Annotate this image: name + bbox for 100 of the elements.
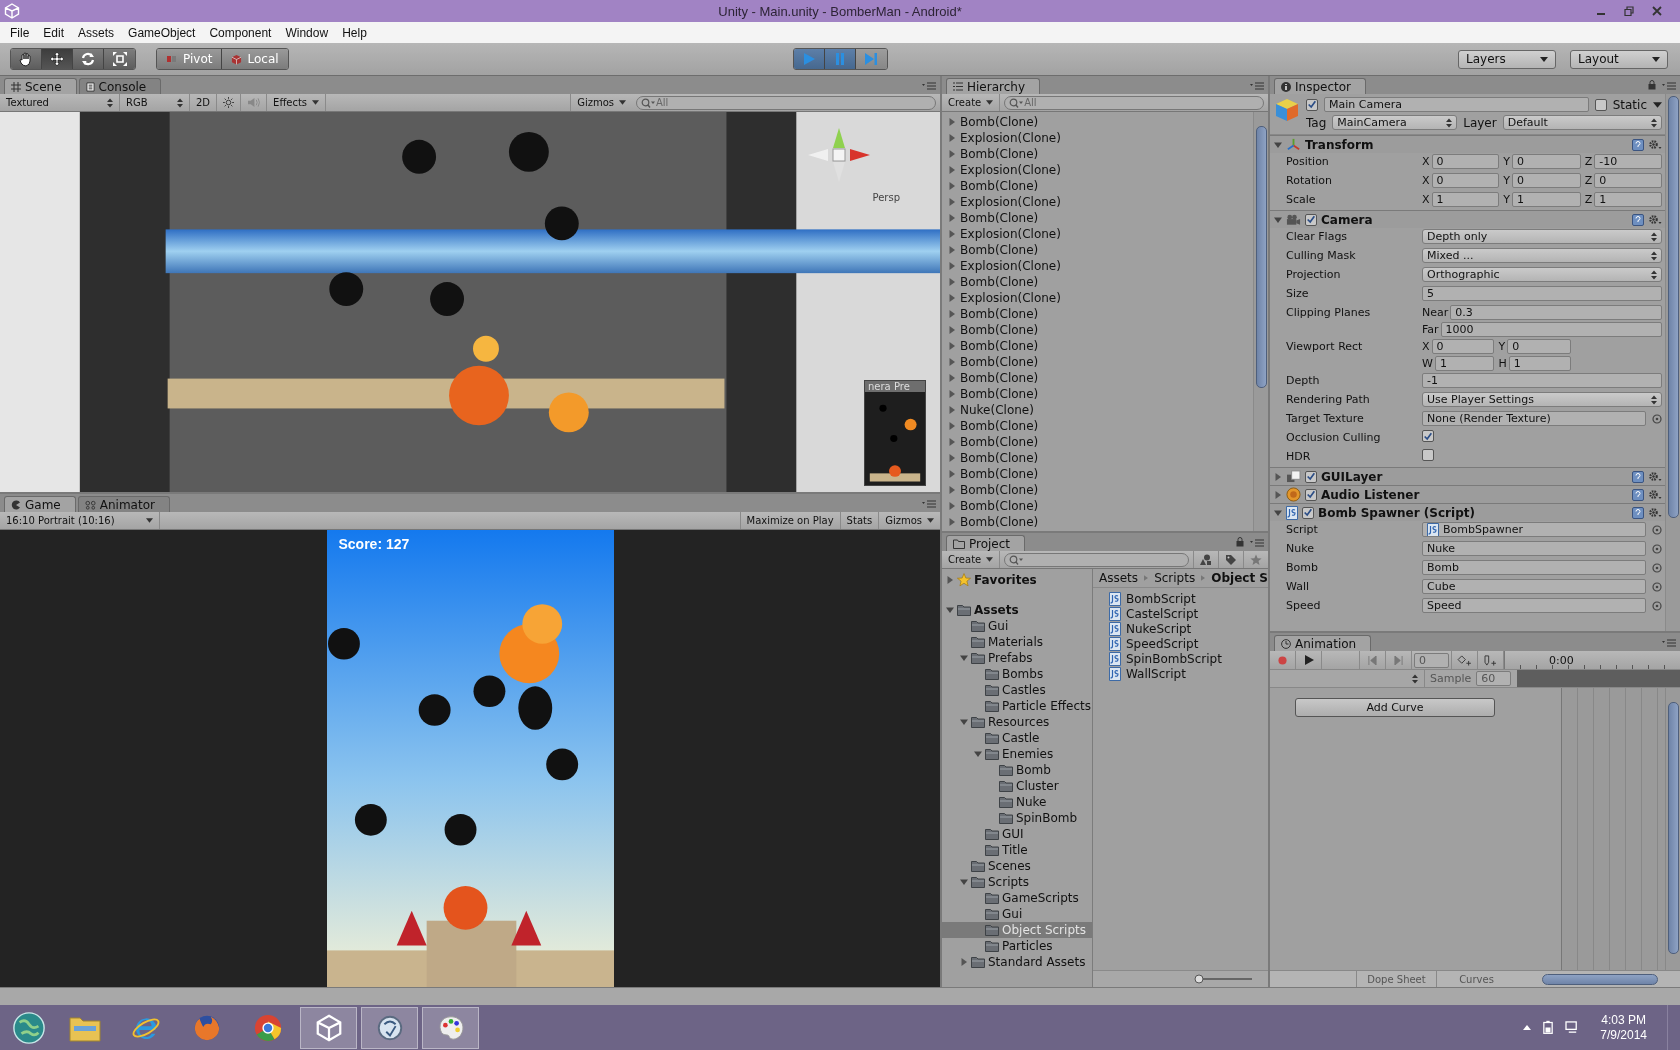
- enable-checkbox[interactable]: [1305, 488, 1317, 501]
- enable-checkbox[interactable]: [1305, 213, 1317, 226]
- clock-date[interactable]: 7/9/2014: [1600, 1027, 1647, 1043]
- gizmos-dropdown[interactable]: Gizmos: [570, 94, 632, 111]
- help-icon[interactable]: [1632, 506, 1644, 519]
- lock-icon[interactable]: [1236, 537, 1244, 547]
- create-dropdown[interactable]: Create: [942, 94, 1001, 111]
- hierarchy-item[interactable]: Bomb(Clone): [942, 274, 1253, 290]
- enable-checkbox[interactable]: [1305, 470, 1317, 483]
- search-field[interactable]: [1004, 552, 1189, 567]
- number-field[interactable]: 1: [1594, 192, 1662, 207]
- render-mode-dropdown[interactable]: Textured: [0, 94, 120, 111]
- menu-item[interactable]: Window: [278, 25, 336, 40]
- help-icon[interactable]: [1632, 138, 1644, 151]
- panel-tab[interactable]: Game: [4, 496, 76, 512]
- number-field[interactable]: 0: [1507, 339, 1571, 354]
- script-asset[interactable]: CastelScript: [1109, 606, 1268, 621]
- panel-menu-icon[interactable]: [1250, 82, 1264, 90]
- toolbar-toggle[interactable]: Stats: [839, 512, 879, 529]
- toolbar-toggle[interactable]: Maximize on Play: [739, 512, 840, 529]
- gear-icon[interactable]: [1648, 506, 1662, 519]
- menu-item[interactable]: File: [3, 25, 37, 40]
- gear-icon[interactable]: [1648, 213, 1662, 226]
- folder-item[interactable]: Nuke: [942, 794, 1092, 810]
- panel-tab[interactable]: Hierarchy: [946, 78, 1040, 94]
- hierarchy-item[interactable]: Bomb(Clone): [942, 498, 1253, 514]
- panel-tab[interactable]: Animation: [1274, 635, 1372, 651]
- folder-item[interactable]: Gui: [942, 906, 1092, 922]
- panel-tab[interactable]: Inspector: [1274, 78, 1366, 94]
- script-asset[interactable]: BombScript: [1109, 591, 1268, 606]
- component-header[interactable]: Audio Listener: [1270, 485, 1666, 503]
- playback-button[interactable]: [855, 49, 887, 69]
- battery-icon[interactable]: [1543, 1020, 1554, 1035]
- layout-dropdown[interactable]: Layout: [1570, 49, 1668, 69]
- expand-arrow-icon[interactable]: [960, 878, 968, 886]
- script-asset[interactable]: SpeedScript: [1109, 636, 1268, 651]
- help-icon[interactable]: [1632, 470, 1644, 483]
- help-icon[interactable]: [1632, 213, 1644, 226]
- property-dropdown[interactable]: Depth only: [1422, 229, 1662, 244]
- caret-icon[interactable]: [1653, 101, 1662, 108]
- component-header[interactable]: Camera: [1270, 210, 1666, 228]
- enable-checkbox[interactable]: [1302, 506, 1314, 519]
- fold-arrow-icon[interactable]: [1274, 140, 1282, 149]
- hierarchy-item[interactable]: Bomb(Clone): [942, 114, 1253, 130]
- panel-tab[interactable]: Project: [946, 535, 1026, 551]
- taskbar-button[interactable]: [422, 1006, 479, 1049]
- hierarchy-item[interactable]: Explosion(Clone): [942, 130, 1253, 146]
- folder-item[interactable]: Castle: [942, 730, 1092, 746]
- folder-item[interactable]: Cluster: [942, 778, 1092, 794]
- tool-button[interactable]: [73, 49, 104, 69]
- tool-button[interactable]: [42, 49, 73, 69]
- property-dropdown[interactable]: Orthographic: [1422, 267, 1662, 282]
- playback-button[interactable]: [793, 49, 825, 69]
- panel-menu-icon[interactable]: [1250, 539, 1264, 547]
- script-asset[interactable]: NukeScript: [1109, 621, 1268, 636]
- folder-item[interactable]: GameScripts: [942, 890, 1092, 906]
- number-field[interactable]: 0.3: [1450, 305, 1662, 320]
- script-asset[interactable]: WallScript: [1109, 666, 1268, 681]
- folder-item[interactable]: Standard Assets: [942, 954, 1092, 970]
- object-picker-icon[interactable]: [1652, 524, 1662, 535]
- hierarchy-item[interactable]: Explosion(Clone): [942, 194, 1253, 210]
- folder-item[interactable]: Scenes: [942, 858, 1092, 874]
- expand-arrow-icon[interactable]: [974, 750, 982, 758]
- tag-dropdown[interactable]: MainCamera: [1332, 115, 1458, 130]
- 2d-toggle[interactable]: 2D: [190, 94, 218, 111]
- hierarchy-item[interactable]: Bomb(Clone): [942, 322, 1253, 338]
- object-picker-icon[interactable]: [1652, 600, 1662, 611]
- property-checkbox[interactable]: [1422, 430, 1434, 442]
- panel-menu-icon[interactable]: [1662, 639, 1676, 647]
- folder-item[interactable]: Gui: [942, 618, 1092, 634]
- breadcrumb-link[interactable]: Assets: [1099, 571, 1139, 585]
- menu-item[interactable]: Component: [202, 25, 279, 40]
- tray-arrow-icon[interactable]: [1523, 1025, 1532, 1030]
- effects-dropdown[interactable]: Effects: [267, 94, 327, 111]
- fold-arrow-icon[interactable]: [1274, 215, 1282, 224]
- panel-tab[interactable]: Scene: [4, 78, 77, 94]
- hierarchy-item[interactable]: Bomb(Clone): [942, 514, 1253, 530]
- gear-icon[interactable]: [1648, 138, 1662, 151]
- folder-item[interactable]: Prefabs: [942, 650, 1092, 666]
- active-checkbox[interactable]: [1306, 98, 1318, 111]
- object-field[interactable]: None (Render Texture): [1422, 411, 1646, 426]
- number-field[interactable]: 1: [1431, 192, 1500, 207]
- component-header[interactable]: Transform: [1270, 135, 1666, 153]
- expand-arrow-icon[interactable]: [960, 654, 968, 662]
- clock-time[interactable]: 4:03 PM: [1601, 1012, 1646, 1028]
- folder-item[interactable]: Object Scripts: [942, 922, 1092, 938]
- property-field[interactable]: -1: [1422, 373, 1662, 388]
- panel-menu-icon[interactable]: [922, 500, 936, 508]
- hierarchy-item[interactable]: Bomb(Clone): [942, 450, 1253, 466]
- help-icon[interactable]: [1632, 488, 1644, 501]
- panel-menu-icon[interactable]: [1662, 82, 1676, 90]
- folder-item[interactable]: Particle Effects: [942, 698, 1092, 714]
- property-dropdown[interactable]: Use Player Settings: [1422, 392, 1662, 407]
- number-field[interactable]: 1: [1508, 356, 1571, 371]
- hierarchy-item[interactable]: Explosion(Clone): [942, 226, 1253, 242]
- hierarchy-item[interactable]: Bomb(Clone): [942, 386, 1253, 402]
- frame-field[interactable]: 0: [1414, 652, 1449, 668]
- object-picker-icon[interactable]: [1652, 543, 1662, 554]
- hierarchy-item[interactable]: Bomb(Clone): [942, 434, 1253, 450]
- expand-arrow-icon[interactable]: [946, 576, 954, 584]
